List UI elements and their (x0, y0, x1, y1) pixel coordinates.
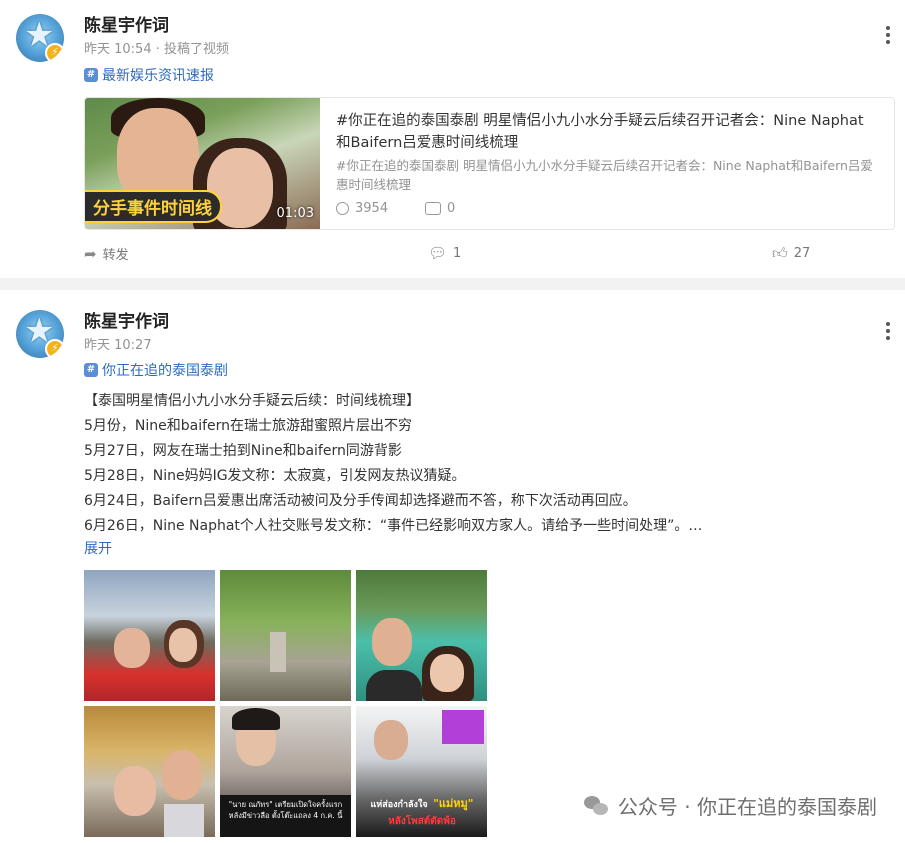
photo-caption-a: แห่ส่องกำลังใจ (370, 800, 428, 810)
author-name[interactable]: 陈星宇作词 (84, 307, 169, 332)
photo-2[interactable] (220, 570, 351, 701)
video-duration: 01:03 (276, 206, 314, 221)
post-meta: 昨天 10:54 · 投稿了视频 (84, 38, 229, 57)
avatar[interactable]: ★ ⚡ (16, 310, 64, 358)
video-title[interactable]: #你正在追的泰国泰剧 明星情侣小九小水分手疑云后续召开记者会：Nine Naph… (336, 110, 876, 154)
play-count: 3954 (336, 201, 388, 216)
video-thumbnail[interactable]: 分手事件时间线 01:03 (85, 98, 320, 229)
like-button[interactable]: 👍︎ 27 (772, 244, 810, 263)
watermark: 公众号 · 你正在追的泰国泰剧 (583, 791, 877, 820)
photo-figure (374, 720, 408, 760)
more-options-icon[interactable] (885, 322, 891, 343)
photo-figure (114, 766, 156, 816)
photo-figure (114, 628, 150, 668)
share-icon: ➦ (84, 244, 97, 263)
verified-badge-icon: ⚡ (45, 339, 64, 358)
danmaku-count: 0 (425, 201, 455, 216)
play-count-value: 3954 (355, 201, 389, 216)
photo-6[interactable]: แห่ส่องกำลังใจ "แม่หมู" หลังโพสต์ตัดพ้อ (356, 706, 487, 837)
photo-caption: แห่ส่องกำลังใจ "แม่หมู" หลังโพสต์ตัดพ้อ (360, 792, 484, 829)
verified-badge-icon: ⚡ (45, 43, 64, 62)
post-text-line: 5月份，Nine和baifern在瑞士旅游甜蜜照片层出不穷 (84, 418, 413, 434)
photo-4[interactable] (84, 706, 215, 837)
photo-figure (162, 750, 202, 800)
post-text-line: 6月26日，Nine Naphat个人社交账号发文称：“事件已经影响双方家人。请… (84, 518, 703, 534)
topic-label: 最新娱乐资讯速报 (102, 68, 214, 84)
topic-label: 你正在追的泰国泰剧 (102, 363, 228, 379)
photo-figure (442, 710, 484, 744)
video-description: #你正在追的泰国泰剧 明星情侣小九小水分手疑云后续召开记者会：Nine Naph… (336, 158, 873, 192)
comment-icon: 💬︎ (428, 244, 448, 262)
photo-caption-b: "แม่หมู" (433, 797, 474, 810)
author-name[interactable]: 陈星宇作词 (84, 11, 169, 36)
photo-caption-c: หลังโพสต์ตัดพ้อ (388, 816, 456, 827)
photo-figure (270, 632, 286, 672)
photo-figure (164, 804, 204, 837)
topic-link[interactable]: # 你正在追的泰国泰剧 (84, 360, 228, 380)
photo-5[interactable]: "นาย ณภัทร" เตรียมเปิดใจครั้งแรก หลังมีข… (220, 706, 351, 837)
feed-divider (0, 278, 905, 290)
repost-label: 转发 (102, 248, 129, 263)
post-text-line: 5月27日，网友在瑞士拍到Nine和baifern同游背影 (84, 443, 402, 459)
post-text-line: 6月24日，Baifern吕爱惠出席活动被问及分手传闻却选择避而不答，称下次活动… (84, 493, 637, 509)
post-card-1: ★ ⚡ 陈星宇作词 昨天 10:54 · 投稿了视频 # 最新娱乐资讯速报 分手… (0, 0, 905, 278)
video-card[interactable]: 分手事件时间线 01:03 #你正在追的泰国泰剧 明星情侣小九小水分手疑云后续召… (84, 97, 895, 230)
hashtag-icon: # (84, 68, 98, 82)
topic-link[interactable]: # 最新娱乐资讯速报 (84, 65, 214, 85)
avatar[interactable]: ★ ⚡ (16, 14, 64, 62)
expand-link[interactable]: 展开 (84, 538, 112, 558)
play-icon (336, 202, 349, 215)
danmaku-icon (425, 202, 441, 215)
photo-figure (366, 670, 422, 701)
post-text-line: 5月28日，Nine妈妈IG发文称：太寂寞，引发网友热议猜疑。 (84, 468, 466, 484)
hashtag-icon: # (84, 363, 98, 377)
post-card-2: ★ ⚡ 陈星宇作词 昨天 10:27 # 你正在追的泰国泰剧 【泰国明星情侣小九… (0, 290, 905, 843)
wechat-icon (583, 795, 610, 816)
repost-button[interactable]: ➦ 转发 (84, 244, 129, 264)
photo-1[interactable] (84, 570, 215, 701)
post-action: 投稿了视频 (164, 42, 230, 57)
comment-button[interactable]: 💬︎ 1 (428, 244, 461, 262)
photo-figure (430, 654, 464, 692)
more-options-icon[interactable] (885, 26, 891, 47)
meta-dot: · (155, 42, 165, 57)
photo-figure (372, 618, 412, 666)
post-actions: ➦ 转发 💬︎ 1 👍︎ 27 (0, 244, 905, 264)
comment-count: 1 (453, 245, 462, 261)
photo-3[interactable] (356, 570, 487, 701)
photo-figure (232, 708, 280, 730)
post-text-line: 【泰国明星情侣小九小水分手疑云后续：时间线梳理】 (84, 393, 420, 409)
post-time: 昨天 10:54 (84, 42, 152, 57)
video-tag: 分手事件时间线 (85, 190, 222, 223)
post-time: 昨天 10:27 (84, 338, 152, 353)
photo-figure (169, 628, 197, 662)
danmaku-count-value: 0 (447, 201, 456, 216)
photo-caption: "นาย ณภัทร" เตรียมเปิดใจครั้งแรก หลังมีข… (220, 795, 351, 837)
thumbs-up-icon: 👍︎ (772, 244, 788, 262)
like-count: 27 (793, 246, 811, 261)
watermark-text: 公众号 · 你正在追的泰国泰剧 (617, 795, 877, 819)
